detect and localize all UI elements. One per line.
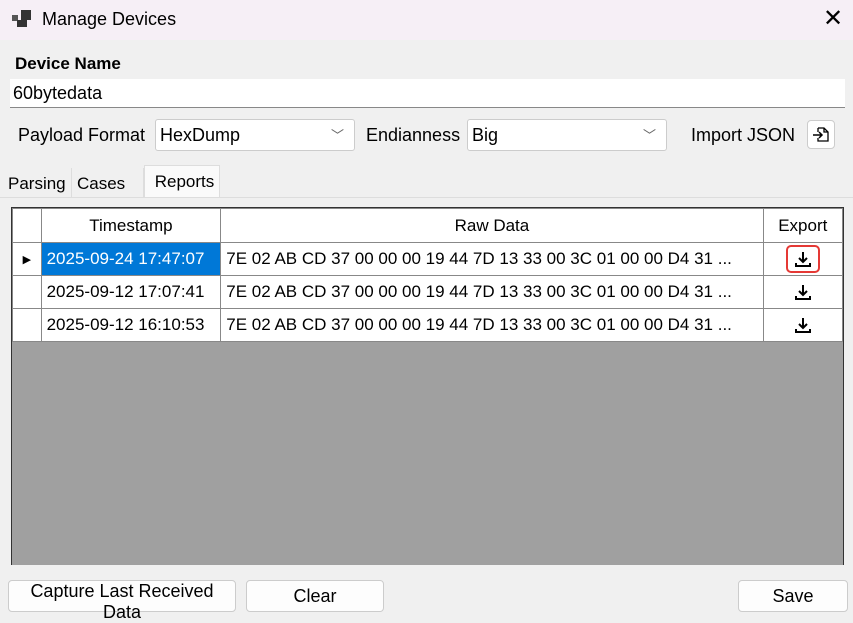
raw-data-cell[interactable]: 7E 02 AB CD 37 00 00 00 19 44 7D 13 33 0… [220,308,764,342]
header-row: Timestamp Raw Data Export [12,208,844,243]
row-header[interactable] [12,308,42,342]
download-icon[interactable] [791,280,815,304]
close-icon[interactable]: ✕ [820,6,846,32]
tab-reports[interactable]: Reports [144,165,220,198]
title-bar: Manage Devices ✕ [0,0,853,40]
save-button[interactable]: Save [738,580,848,612]
download-icon[interactable] [785,245,820,273]
payload-format-select[interactable]: HexDump ﹀ [155,119,355,151]
endianness-label: Endianness [366,125,461,145]
payload-format-value: HexDump [160,125,241,145]
reports-table: Timestamp Raw Data Export ▶ 2025-09-24 1… [12,208,844,342]
export-cell [762,242,844,276]
payload-format-label: Payload Format [18,125,146,145]
capture-last-received-data-button[interactable]: Capture Last Received Data [8,580,236,622]
timestamp-cell[interactable]: 2025-09-12 16:10:53 [40,308,222,342]
download-icon[interactable] [791,313,815,337]
import-json-label: Import JSON [691,125,796,145]
device-name-input[interactable] [10,79,845,108]
export-cell [762,275,844,309]
row-header[interactable] [12,275,42,309]
clear-button[interactable]: Clear [246,580,384,612]
raw-data-cell[interactable]: 7E 02 AB CD 37 00 00 00 19 44 7D 13 33 0… [220,275,764,309]
row-header-corner [12,208,42,243]
raw-data-cell[interactable]: 7E 02 AB CD 37 00 00 00 19 44 7D 13 33 0… [220,242,764,276]
file-import-icon [813,127,829,142]
endianness-select[interactable]: Big ﹀ [467,119,667,151]
export-cell [762,308,844,342]
chevron-down-icon: ﹀ [330,128,344,143]
column-header-raw-data[interactable]: Raw Data [220,208,764,243]
timestamp-cell[interactable]: 2025-09-12 17:07:41 [40,275,222,309]
reports-grid: Timestamp Raw Data Export ▶ 2025-09-24 1… [11,207,844,565]
column-header-export[interactable]: Export [762,208,844,243]
table-row[interactable]: 2025-09-12 16:10:53 7E 02 AB CD 37 00 00… [12,308,844,342]
app-icon [12,10,31,27]
tab-divider [0,197,853,198]
tab-parsing[interactable]: Parsing [3,168,72,197]
tab-cases[interactable]: Cases [72,168,144,197]
column-header-timestamp[interactable]: Timestamp [40,208,222,243]
table-row[interactable]: ▶ 2025-09-24 17:47:07 7E 02 AB CD 37 00 … [12,242,844,276]
import-json-button[interactable] [807,120,835,149]
endianness-value: Big [472,125,499,145]
window-title: Manage Devices [42,9,177,29]
chevron-down-icon: ﹀ [642,128,656,143]
device-name-label: Device Name [15,54,121,73]
row-indicator-icon: ▶ [12,242,42,276]
table-row[interactable]: 2025-09-12 17:07:41 7E 02 AB CD 37 00 00… [12,275,844,309]
timestamp-cell[interactable]: 2025-09-24 17:47:07 [40,242,222,276]
